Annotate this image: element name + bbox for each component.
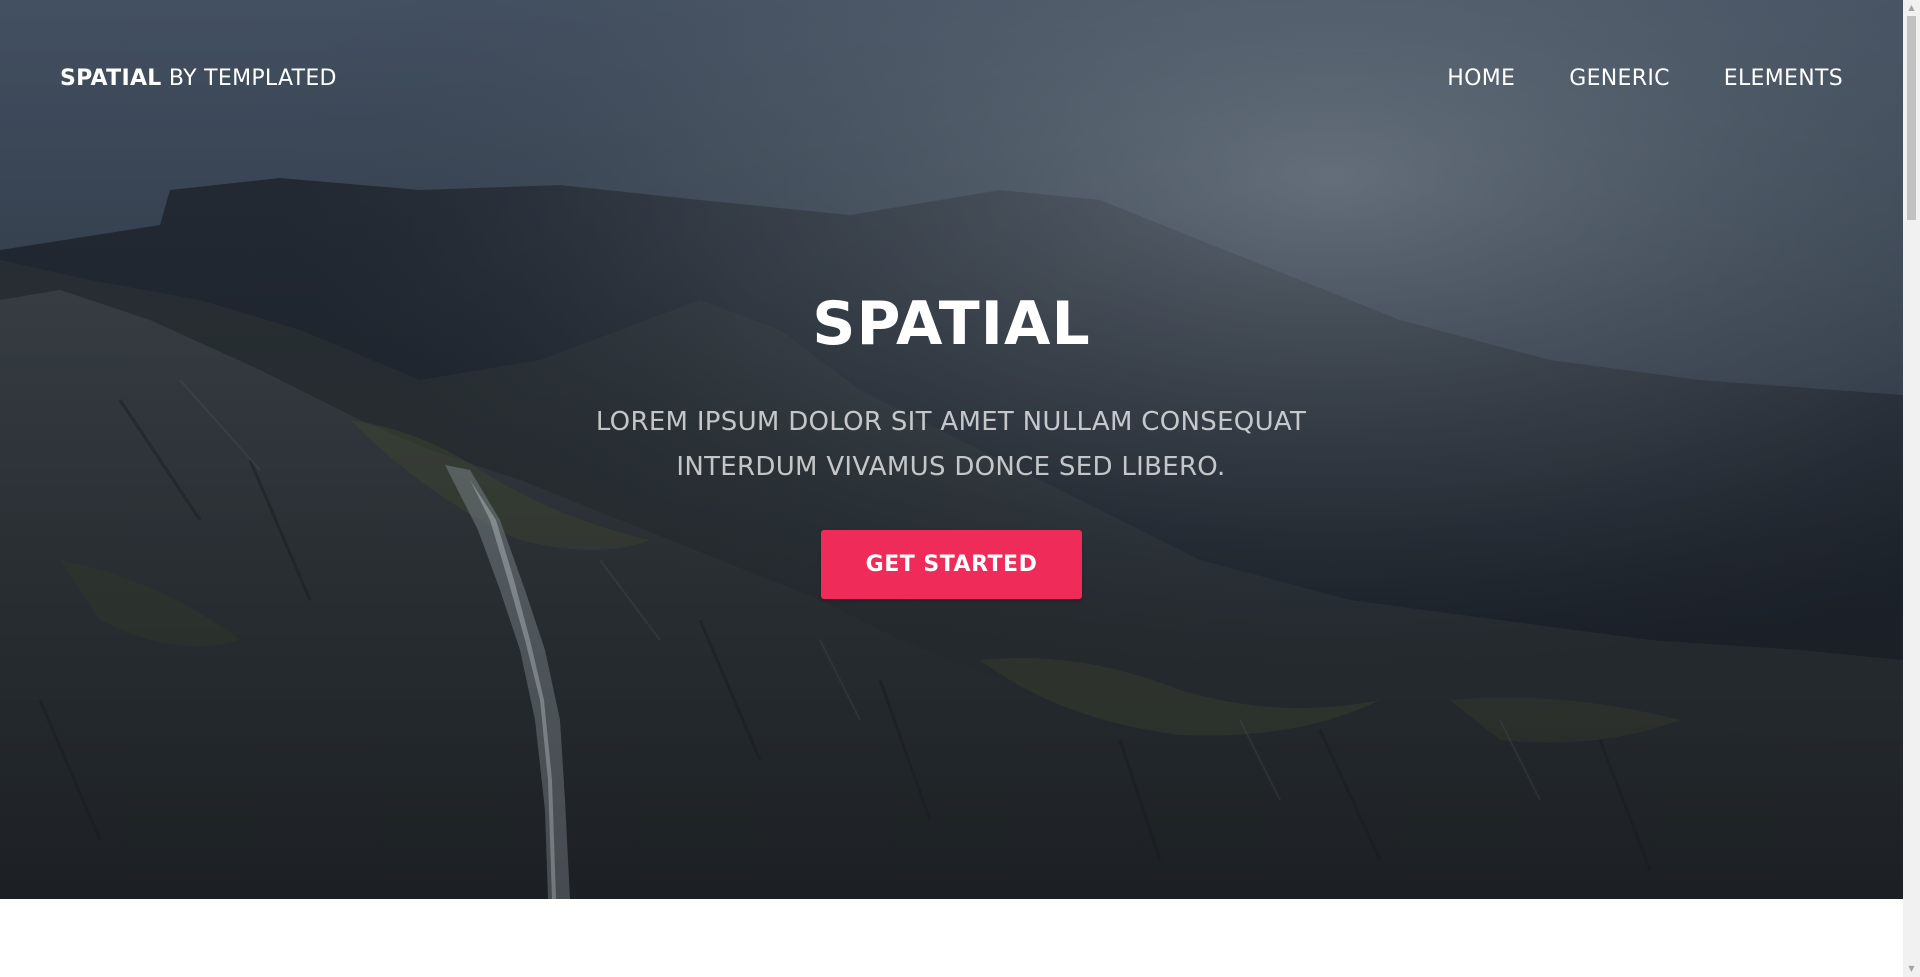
page: SPATIAL BY TEMPLATED HOME GENERIC ELEMEN… [0,0,1903,977]
logo-strong-text: SPATIAL [60,66,162,91]
hero-title: SPATIAL [812,289,1091,359]
chevron-up-icon[interactable]: ▲ [1903,0,1920,16]
hero-banner: SPATIAL BY TEMPLATED HOME GENERIC ELEMEN… [0,0,1903,899]
main-nav: HOME GENERIC ELEMENTS [1447,62,1843,96]
site-header: SPATIAL BY TEMPLATED HOME GENERIC ELEMEN… [0,0,1903,160]
chevron-down-icon[interactable]: ▼ [1903,961,1920,977]
hero-subtitle-line-1: LOREM IPSUM DOLOR SIT AMET NULLAM CONSEQ… [595,407,1307,437]
scrollbar-thumb[interactable] [1907,16,1916,220]
site-logo[interactable]: SPATIAL BY TEMPLATED [60,62,337,96]
page-scrollbar[interactable]: ▲ ▼ [1903,0,1920,977]
nav-link-elements[interactable]: ELEMENTS [1724,62,1843,96]
logo-rest-text: BY TEMPLATED [161,66,337,91]
hero-subtitle: LOREM IPSUM DOLOR SIT AMET NULLAM CONSEQ… [551,400,1351,490]
nav-link-home[interactable]: HOME [1447,62,1515,96]
content-section [0,899,1903,977]
hero-subtitle-line-2: INTERDUM VIVAMUS DONCE SED LIBERO. [676,452,1226,482]
get-started-button[interactable]: GET STARTED [821,530,1082,599]
nav-link-generic[interactable]: GENERIC [1569,62,1670,96]
